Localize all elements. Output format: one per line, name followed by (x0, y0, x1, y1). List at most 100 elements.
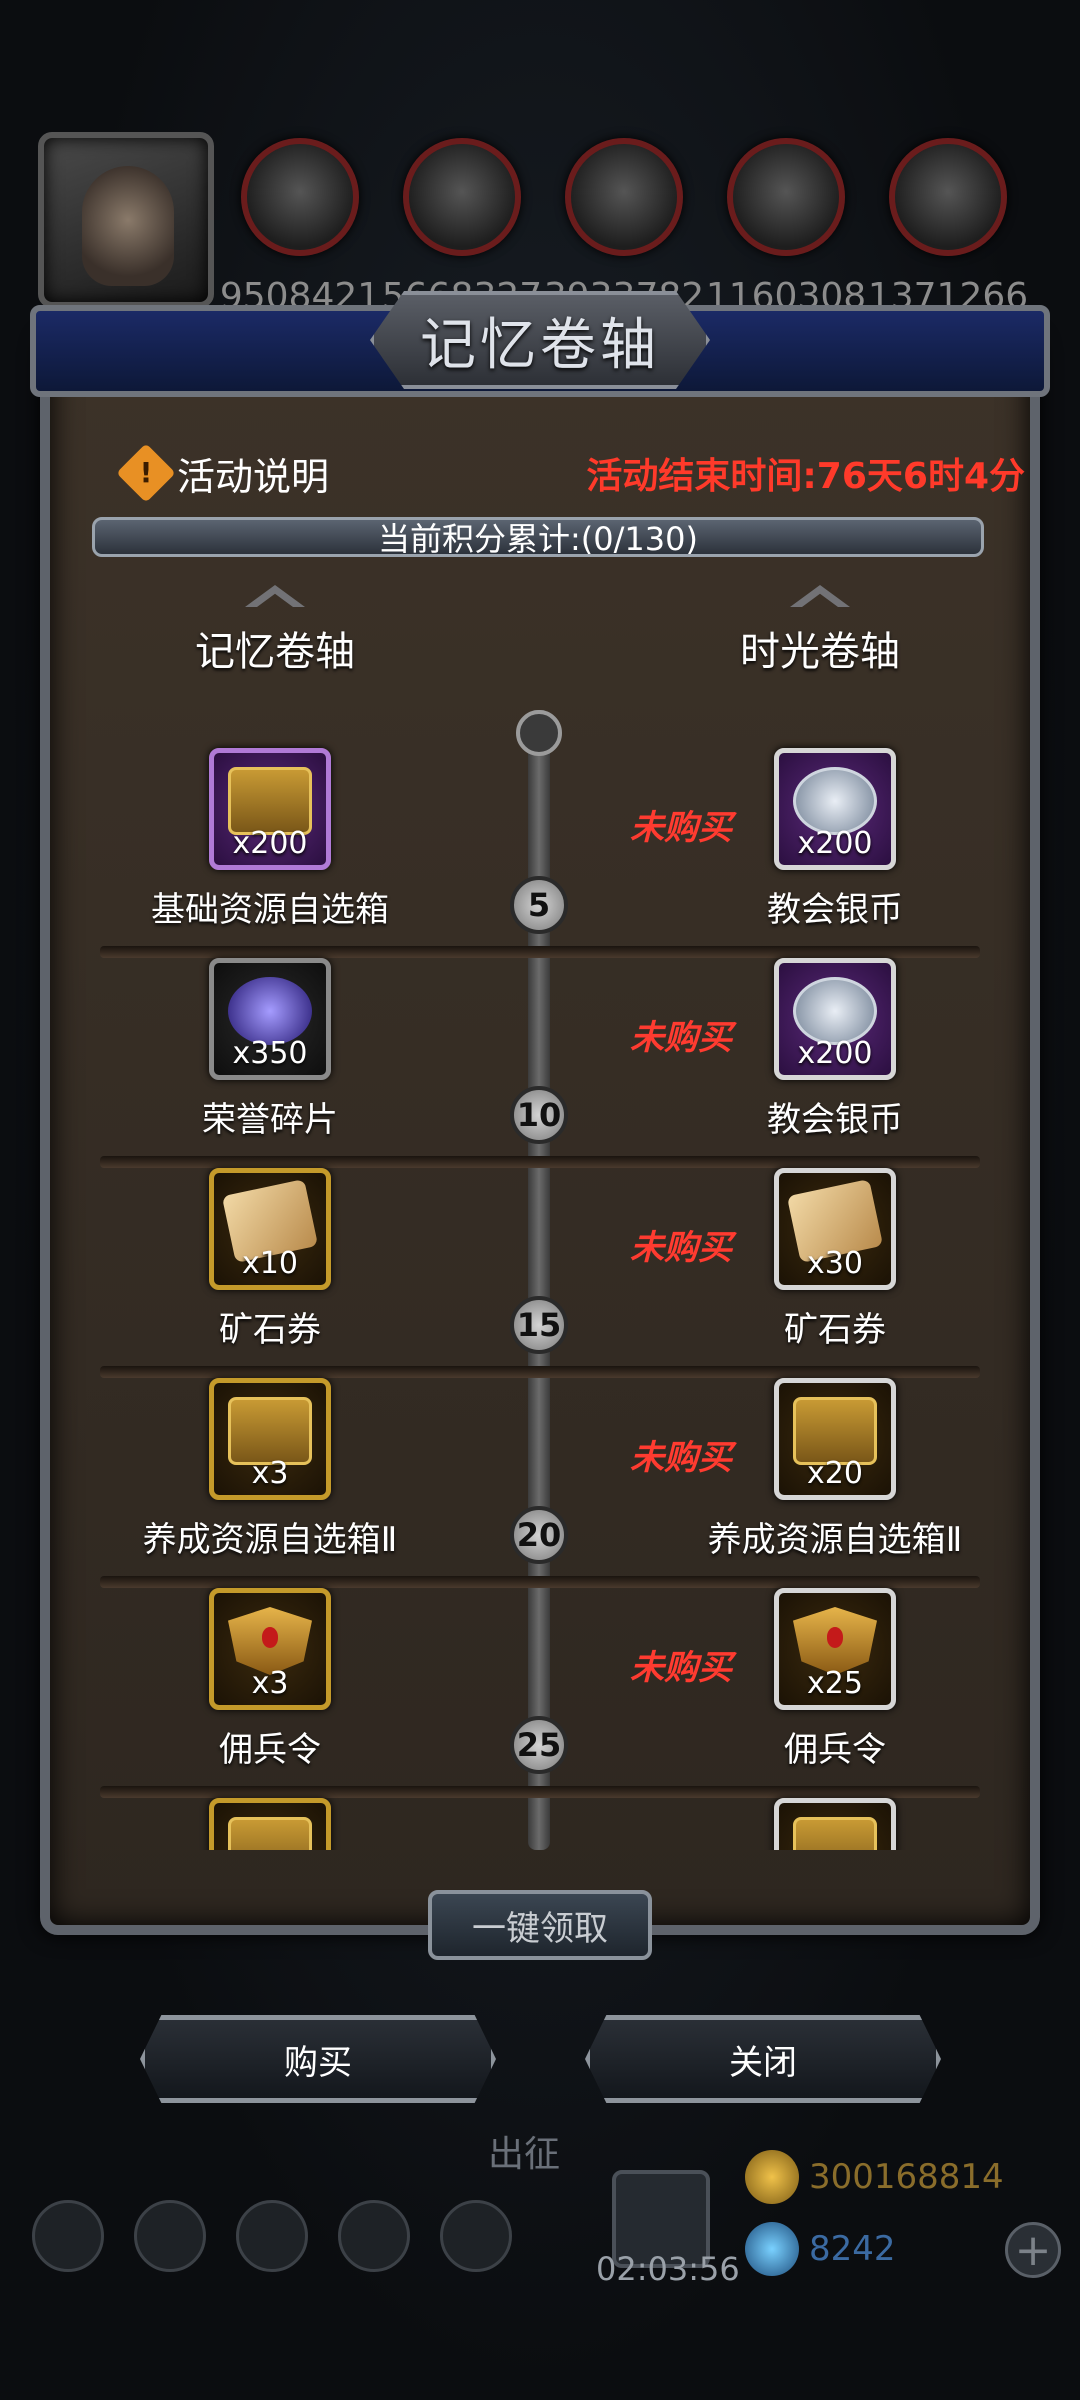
header-ornament (245, 585, 305, 607)
reward-name: 养成资源自选箱Ⅱ (707, 1520, 963, 1560)
avatar-face (82, 166, 174, 286)
info-row: ! 活动说明 活动结束时间:76天6时4分 (116, 443, 1025, 503)
reward-quantity: x200 (232, 826, 308, 861)
gift-timer: 02:03:56 (596, 2250, 740, 2288)
reward-item-memory[interactable]: x10 矿石券 (120, 1168, 420, 1351)
panel-title: 记忆卷轴 (420, 312, 660, 378)
reward-item-memory[interactable]: x3 养成资源自选箱Ⅱ (120, 1378, 420, 1561)
panel-title-plate: 记忆卷轴 (370, 291, 710, 389)
reward-row: x10 矿石券 未购买 15 x30 矿石券 (70, 1168, 1010, 1378)
reward-icon-frame (774, 1798, 896, 1850)
expedition-label[interactable]: 出征 (488, 2125, 560, 2177)
shelf-divider (100, 1156, 980, 1168)
reward-icon-frame: x3 (209, 1588, 331, 1710)
chest-icon (228, 767, 312, 835)
reward-row: x3 佣兵令 未购买 25 x25 佣兵令 (70, 1588, 1010, 1798)
reward-item-memory[interactable] (120, 1798, 420, 1850)
reward-name: 基础资源自选箱 (151, 890, 389, 930)
reward-icon-frame (209, 1798, 331, 1850)
reward-item-memory[interactable]: x200 基础资源自选箱 (120, 748, 420, 931)
reward-item-time[interactable]: x30 矿石券 (685, 1168, 985, 1351)
player-avatar[interactable] (38, 132, 214, 308)
claim-all-button[interactable]: 一键领取 (428, 1890, 652, 1960)
reward-icon-frame: x30 (774, 1168, 896, 1290)
gem-icon (745, 2222, 799, 2276)
mail-icon[interactable] (338, 2200, 410, 2272)
reward-icon-frame: x200 (774, 958, 896, 1080)
milestone-node: 5 (510, 876, 568, 934)
reward-name: 养成资源自选箱Ⅱ (142, 1520, 398, 1560)
column-header-memory: 记忆卷轴 (145, 585, 405, 677)
reward-icon-frame: x20 (774, 1378, 896, 1500)
crystal-icon (727, 138, 845, 256)
reward-quantity: x3 (251, 1666, 289, 1701)
reward-quantity: x200 (797, 1036, 873, 1071)
gear-icon[interactable] (32, 2200, 104, 2272)
gold-coin-icon (745, 2150, 799, 2204)
shelf-divider (100, 1786, 980, 1798)
resource-wood[interactable]: 9508421 (220, 138, 380, 317)
reward-name: 佣兵令 (784, 1730, 886, 1770)
buy-button[interactable]: 购买 (140, 2015, 496, 2103)
reward-item-time[interactable]: x20 养成资源自选箱Ⅱ (685, 1378, 985, 1561)
resource-iron[interactable]: 3933782 (544, 138, 704, 317)
milestone-node: 10 (510, 1086, 568, 1144)
reward-quantity: x20 (807, 1456, 863, 1491)
bottom-nav (32, 2200, 512, 2272)
reward-icon-frame: x10 (209, 1168, 331, 1290)
reward-item-time[interactable]: x200 教会银币 (685, 958, 985, 1141)
header-ornament (790, 585, 850, 607)
gem-currency: 8242 (745, 2222, 896, 2276)
chest-icon (228, 1397, 312, 1465)
reward-quantity: x25 (807, 1666, 863, 1701)
reward-quantity: x30 (807, 1246, 863, 1281)
memory-scroll-panel: 记忆卷轴 ! 活动说明 活动结束时间:76天6时4分 当前积分累计:(0/130… (30, 291, 1050, 1955)
top-resource-bar: 9508421 5668327 3933782 1160308 1371266 (0, 120, 1080, 317)
resource-crystal[interactable]: 1160308 (706, 138, 866, 317)
shelf-divider (100, 1576, 980, 1588)
cube-icon[interactable] (440, 2200, 512, 2272)
reward-list[interactable]: x200 基础资源自选箱 未购买 5 x200 教会银币 x350 荣誉碎片 未… (70, 710, 1010, 1850)
mercenary-token-icon (228, 1607, 312, 1675)
reward-icon-frame: x200 (774, 748, 896, 870)
resource-stone[interactable]: 1371266 (868, 138, 1028, 317)
plank-icon (403, 138, 521, 256)
reward-icon-frame: x200 (209, 748, 331, 870)
reward-icon-frame: x350 (209, 958, 331, 1080)
close-button[interactable]: 关闭 (585, 2015, 941, 2103)
activity-info-button[interactable]: ! 活动说明 (116, 443, 329, 503)
reward-quantity: x350 (232, 1036, 308, 1071)
mercenary-token-icon (793, 1607, 877, 1675)
event-countdown: 活动结束时间:76天6时4分 (586, 456, 1025, 497)
reward-row-partial (70, 1798, 1010, 1850)
reward-name: 佣兵令 (219, 1730, 321, 1770)
chest-icon (793, 1397, 877, 1465)
reward-icon-frame: x25 (774, 1588, 896, 1710)
reward-name: 教会银币 (767, 890, 903, 930)
chest-icon (228, 1817, 312, 1850)
column-header-time: 时光卷轴 (690, 585, 950, 677)
stone-icon (889, 138, 1007, 256)
reward-item-memory[interactable]: x3 佣兵令 (120, 1588, 420, 1771)
reward-item-memory[interactable]: x350 荣誉碎片 (120, 958, 420, 1141)
banner-icon[interactable] (236, 2200, 308, 2272)
score-progress-bar: 当前积分累计:(0/130) (92, 517, 984, 558)
star-icon[interactable] (134, 2200, 206, 2272)
iron-ingot-icon (565, 138, 683, 256)
silver-coin-icon (793, 977, 877, 1045)
add-currency-button[interactable]: + (1005, 2222, 1061, 2278)
resource-plank[interactable]: 5668327 (382, 138, 542, 317)
honor-shard-icon (228, 977, 312, 1045)
reward-row: x350 荣誉碎片 未购买 10 x200 教会银币 (70, 958, 1010, 1168)
reward-row: x3 养成资源自选箱Ⅱ 未购买 20 x20 养成资源自选箱Ⅱ (70, 1378, 1010, 1588)
reward-quantity: x200 (797, 826, 873, 861)
milestone-node: 15 (510, 1296, 568, 1354)
reward-item-time[interactable]: x200 教会银币 (685, 748, 985, 931)
chest-icon (793, 1817, 877, 1850)
score-text: 当前积分累计:(0/130) (378, 520, 698, 558)
wood-log-icon (241, 138, 359, 256)
reward-item-time[interactable]: x25 佣兵令 (685, 1588, 985, 1771)
reward-row: x200 基础资源自选箱 未购买 5 x200 教会银币 (70, 748, 1010, 958)
reward-item-time[interactable] (685, 1798, 985, 1850)
reward-quantity: x10 (242, 1246, 298, 1281)
